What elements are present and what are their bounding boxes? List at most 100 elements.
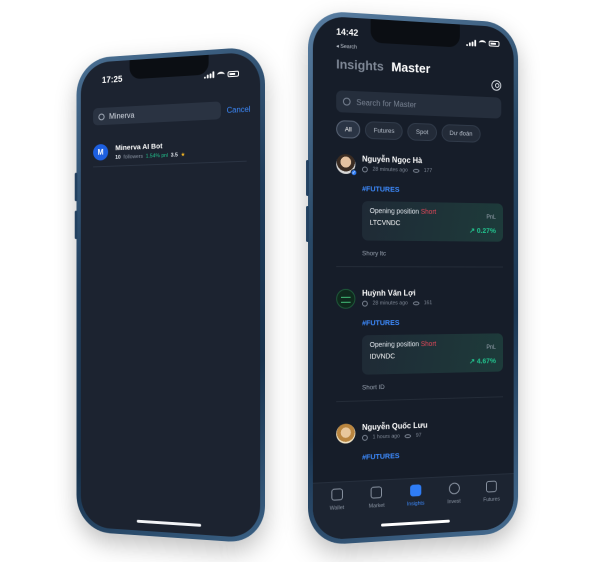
nav-label: Invest	[447, 498, 461, 506]
position-side: Short	[420, 341, 437, 349]
status-time: 17:25	[101, 74, 123, 85]
search-icon	[98, 112, 105, 120]
left-phone: 17:25 Minerva Cancel M Minerva AI Bot 10…	[74, 46, 265, 544]
position-card[interactable]: Opening position Short IDVNDC PnL ↗ 4.67…	[362, 333, 504, 375]
followers-count: 10	[115, 154, 121, 161]
tab-master[interactable]: Master	[391, 59, 430, 76]
bottom-navigation: Wallet Market Insights Invest Futures	[312, 473, 514, 541]
chip-futures[interactable]: Futures	[365, 121, 403, 141]
pnl-label: PnL	[486, 344, 496, 351]
search-input[interactable]: Minerva	[93, 101, 222, 126]
view-count: 161	[423, 300, 433, 307]
post-card[interactable]: Nguyễn Quốc Lưu 1 hours ago 97 #FUTURES	[336, 418, 503, 463]
author-name: Nguyễn Quốc Lưu	[362, 420, 428, 433]
nav-wallet[interactable]: Wallet	[319, 488, 356, 541]
pnl-label: PnL	[486, 214, 496, 221]
followers-label: followers	[123, 153, 143, 161]
chip-prediction[interactable]: Dư đoán	[441, 124, 481, 143]
search-input[interactable]: Search for Master	[336, 90, 502, 119]
profile-icon[interactable]	[491, 79, 502, 91]
avatar: ✓	[336, 153, 358, 177]
bot-name: Minerva AI Bot	[115, 141, 163, 152]
nav-label: Wallet	[329, 505, 345, 512]
right-phone: 14:42 ◂ Search Insights Master Search fo…	[306, 10, 519, 546]
search-row: Minerva Cancel	[93, 100, 251, 126]
eye-icon	[412, 168, 420, 173]
signal-icon	[466, 39, 477, 47]
divider	[336, 266, 504, 268]
bot-meta: 10 followers 1.54% pnl 3.5 ★	[115, 152, 185, 161]
pnl-value: ↗ 4.67%	[469, 356, 496, 366]
rating-value: 3.5	[170, 152, 178, 159]
left-screen: 17:25 Minerva Cancel M Minerva AI Bot 10…	[80, 51, 261, 539]
battery-icon	[488, 40, 500, 47]
header-tabs: Insights Master	[336, 56, 430, 76]
author-name: Huỳnh Văn Lợi	[362, 288, 416, 298]
nav-futures[interactable]: Futures	[474, 480, 508, 531]
position-label: Opening position	[369, 341, 420, 349]
notch	[370, 18, 460, 48]
post-card[interactable]: ✓ Nguyễn Ngọc Hà 28 minutes ago 177 #FUT…	[336, 153, 504, 268]
pnl-value: ↗ 0.27%	[469, 226, 496, 235]
clock-icon	[362, 434, 368, 441]
chip-spot[interactable]: Spot	[407, 122, 437, 142]
nav-invest[interactable]: Invest	[437, 482, 472, 533]
post-caption: Shory ltc	[362, 250, 387, 258]
search-result-item[interactable]: M Minerva AI Bot 10 followers 1.54% pnl …	[93, 135, 247, 168]
tab-insights[interactable]: Insights	[336, 56, 384, 73]
volume-down-button	[74, 210, 78, 240]
eye-icon	[412, 301, 420, 306]
futures-icon	[486, 480, 497, 493]
post-tag[interactable]: #FUTURES	[362, 317, 503, 327]
pnl-value: 1.54% pnl	[145, 152, 169, 160]
nav-insights[interactable]: Insights	[398, 484, 433, 536]
insights-icon	[410, 484, 422, 497]
post-time: 28 minutes ago	[372, 166, 408, 174]
volume-down-button	[306, 205, 309, 243]
eye-icon	[404, 434, 412, 439]
nav-label: Futures	[483, 496, 500, 504]
right-screen: 14:42 ◂ Search Insights Master Search fo…	[312, 15, 514, 541]
cancel-button[interactable]: Cancel	[227, 104, 251, 114]
nav-label: Market	[368, 502, 385, 510]
author-name: Nguyễn Ngọc Hà	[362, 154, 423, 166]
chart-icon	[371, 486, 383, 499]
clock-icon	[362, 300, 368, 307]
wifi-icon	[217, 71, 225, 78]
wifi-icon	[478, 40, 487, 47]
star-icon: ★	[180, 151, 186, 158]
home-indicator	[136, 519, 201, 527]
post-card[interactable]: Huỳnh Văn Lợi 28 minutes ago 161 #FUTURE…	[336, 288, 504, 403]
nav-label: Insights	[406, 500, 425, 508]
post-time: 28 minutes ago	[372, 300, 408, 307]
search-icon	[342, 97, 351, 106]
volume-up-button	[306, 159, 309, 197]
avatar	[336, 423, 356, 444]
post-tag[interactable]: #FUTURES	[362, 184, 503, 196]
filter-chips: All Futures Spot Dư đoán	[336, 120, 481, 143]
status-time: 14:42	[336, 26, 359, 38]
position-card[interactable]: Opening position Short LTCVNDC PnL ↗ 0.2…	[362, 200, 504, 242]
signal-icon	[203, 71, 215, 79]
chip-all[interactable]: All	[336, 120, 361, 139]
post-time: 1 hours ago	[372, 433, 400, 441]
verified-icon: ✓	[350, 169, 358, 177]
invest-icon	[448, 482, 460, 495]
wallet-icon	[331, 488, 343, 501]
volume-up-button	[74, 172, 78, 202]
position-side: Short	[420, 208, 437, 216]
nav-market[interactable]: Market	[359, 486, 395, 538]
post-caption: Short ID	[362, 384, 385, 392]
divider	[336, 396, 504, 403]
position-label: Opening position	[369, 208, 420, 216]
avatar	[336, 288, 356, 309]
clock-icon	[362, 166, 368, 173]
view-count: 177	[423, 168, 433, 175]
battery-icon	[227, 70, 239, 77]
bot-avatar: M	[93, 143, 109, 161]
search-query: Minerva	[109, 110, 135, 121]
view-count: 97	[415, 432, 422, 439]
back-to-search-link[interactable]: ◂ Search	[336, 44, 357, 51]
search-placeholder: Search for Master	[356, 97, 417, 109]
post-tag[interactable]: #FUTURES	[362, 447, 503, 461]
